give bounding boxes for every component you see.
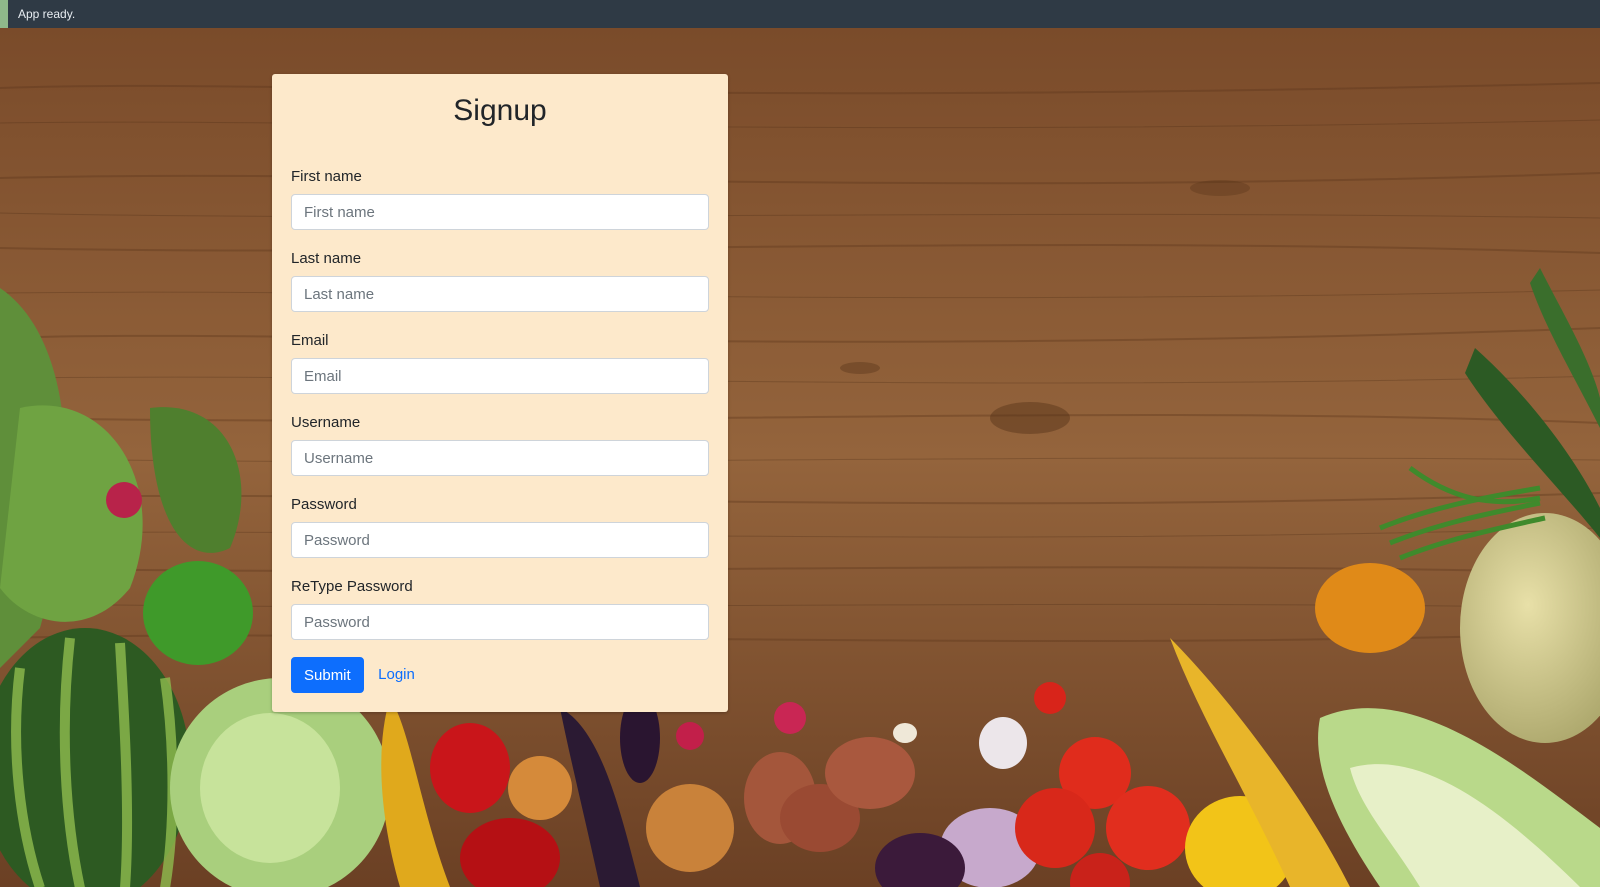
last-name-input[interactable]	[291, 276, 709, 312]
status-text: App ready.	[18, 7, 76, 21]
email-input[interactable]	[291, 358, 709, 394]
password-label: Password	[291, 496, 357, 513]
retype-password-group: ReType Password	[291, 576, 709, 640]
first-name-label: First name	[291, 168, 362, 185]
username-input[interactable]	[291, 440, 709, 476]
status-accent	[0, 0, 8, 28]
background-image	[0, 28, 1600, 887]
username-label: Username	[291, 414, 361, 431]
email-group: Email	[291, 330, 709, 394]
password-input[interactable]	[291, 522, 709, 558]
first-name-input[interactable]	[291, 194, 709, 230]
email-label: Email	[291, 332, 329, 349]
retype-password-label: ReType Password	[291, 578, 413, 595]
page: App ready. Signup First name First name …	[0, 0, 1600, 887]
first-name-group: First name	[291, 166, 709, 230]
username-group: Username	[291, 412, 709, 476]
signup-card: Signup First name Last name Email Userna…	[272, 74, 728, 712]
form-actions: Submit Login	[291, 657, 415, 693]
submit-button[interactable]: Submit	[291, 657, 364, 693]
last-name-label: Last name	[291, 250, 362, 267]
status-bar: App ready.	[0, 0, 1600, 28]
page-title: Signup	[453, 94, 547, 127]
last-name-group: Last name	[291, 248, 709, 312]
retype-password-input[interactable]	[291, 604, 709, 640]
password-group: Password	[291, 494, 709, 558]
login-link[interactable]: Login	[378, 657, 415, 693]
